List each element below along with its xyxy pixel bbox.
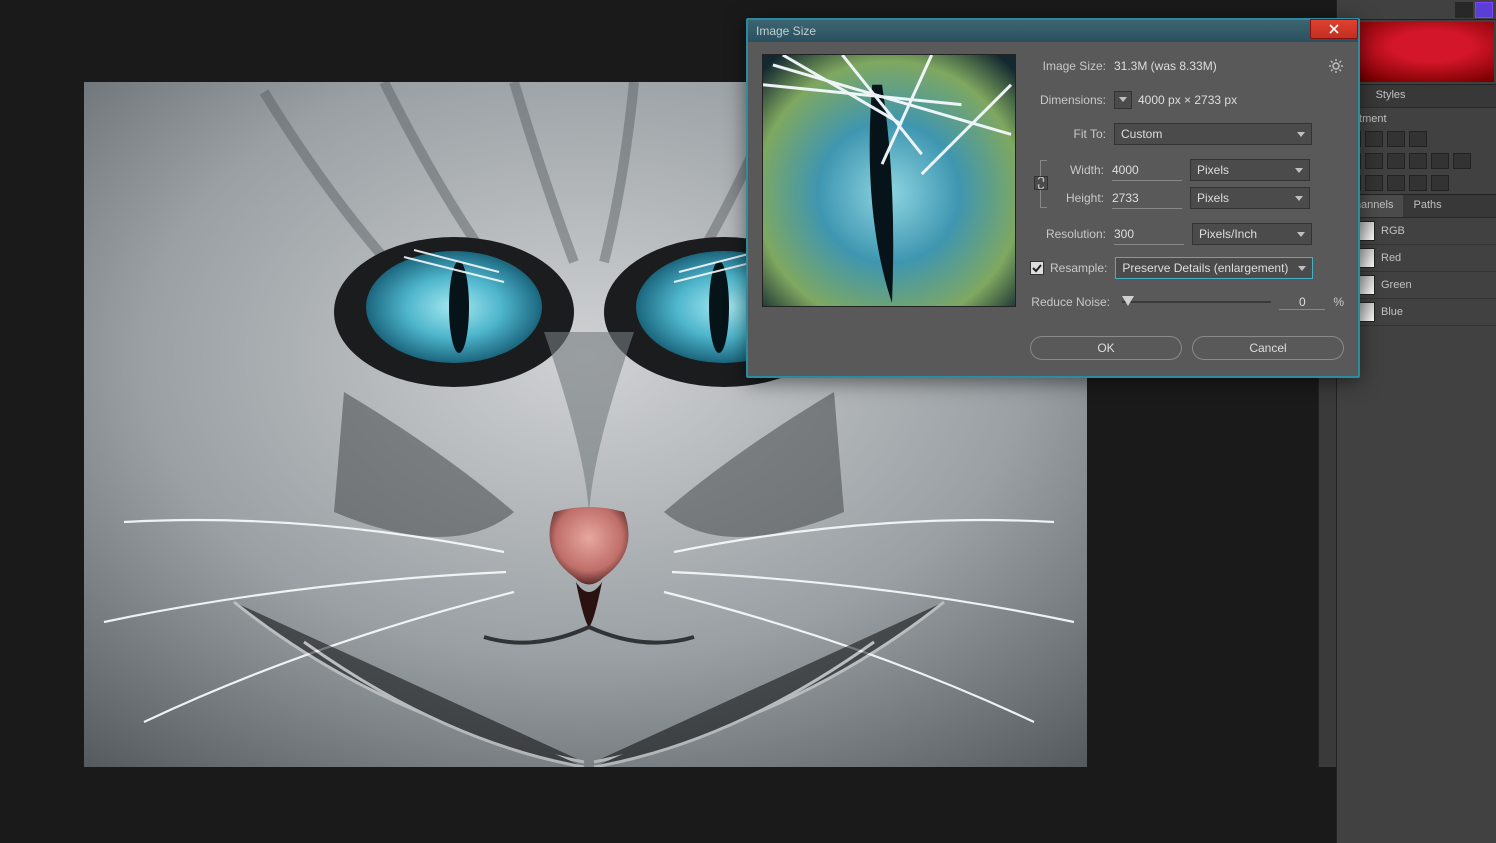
link-icon (1034, 176, 1048, 190)
resolution-unit-select[interactable]: Pixels/Inch (1192, 223, 1312, 245)
check-icon (1032, 263, 1042, 273)
adj-selective-icon[interactable] (1431, 175, 1449, 191)
tab-paths[interactable]: Paths (1403, 195, 1451, 217)
adj-bw-icon[interactable] (1387, 153, 1405, 169)
channel-label: Green (1381, 279, 1412, 291)
preview-thumbnail[interactable] (762, 54, 1016, 307)
image-size-dialog: Image Size (746, 18, 1360, 378)
channel-row[interactable]: RGB (1337, 218, 1496, 245)
cancel-button[interactable]: Cancel (1192, 336, 1344, 360)
reduce-noise-label: Reduce Noise: (1030, 295, 1114, 309)
channel-row[interactable]: Green (1337, 272, 1496, 299)
dimensions-disclosure[interactable] (1114, 91, 1132, 109)
width-label: Width: (1050, 163, 1112, 177)
image-size-value: 31.3M (was 8.33M) (1114, 59, 1217, 73)
width-unit-value: Pixels (1197, 163, 1229, 177)
channel-row[interactable]: Red (1337, 245, 1496, 272)
adj-photo-filter-icon[interactable] (1409, 153, 1427, 169)
width-unit-select[interactable]: Pixels (1190, 159, 1310, 181)
adj-threshold-icon[interactable] (1387, 175, 1405, 191)
adj-exposure-icon[interactable] (1409, 131, 1427, 147)
channel-label: Blue (1381, 306, 1403, 318)
resample-select[interactable]: Preserve Details (enlargement) (1115, 257, 1313, 279)
close-icon (1329, 24, 1339, 34)
dialog-titlebar[interactable]: Image Size (748, 20, 1358, 42)
slider-handle-icon[interactable] (1122, 296, 1134, 306)
dimensions-value: 4000 px × 2733 px (1138, 93, 1237, 107)
channel-label: RGB (1381, 225, 1405, 237)
resample-checkbox[interactable] (1030, 261, 1044, 275)
gear-icon[interactable] (1328, 58, 1344, 74)
image-size-label: Image Size: (1030, 59, 1114, 73)
height-input[interactable]: 2733 (1112, 187, 1182, 209)
resample-label: Resample: (1050, 261, 1115, 275)
channel-label: Red (1381, 252, 1401, 264)
right-panels: ts Styles justment Channels Paths RGB Re… (1336, 0, 1496, 843)
adjustment-icon-row-2 (1337, 150, 1496, 172)
panel-tabs-top: ts Styles (1337, 84, 1496, 108)
adjustment-icon-row-3 (1337, 172, 1496, 194)
reduce-noise-value[interactable]: 0 (1279, 295, 1325, 310)
adj-curves-icon[interactable] (1387, 131, 1405, 147)
adj-lut-icon[interactable] (1453, 153, 1471, 169)
close-button[interactable] (1310, 19, 1358, 39)
height-unit-select[interactable]: Pixels (1190, 187, 1310, 209)
panel-adjustments-title: justment (1337, 108, 1496, 128)
screen-mode-icon[interactable] (1475, 2, 1493, 18)
reduce-noise-slider[interactable] (1122, 295, 1271, 309)
resolution-input[interactable]: 300 (1114, 223, 1184, 245)
dialog-controls: Image Size: 31.3M (was 8.33M) Dimensions… (1030, 54, 1344, 360)
resolution-unit-value: Pixels/Inch (1199, 227, 1257, 241)
reduce-noise-unit: % (1333, 295, 1344, 309)
adj-gradient-icon[interactable] (1409, 175, 1427, 191)
adjustment-icon-row-1 (1337, 128, 1496, 150)
dimensions-label: Dimensions: (1030, 93, 1114, 107)
ok-button[interactable]: OK (1030, 336, 1182, 360)
color-swatch-preview[interactable] (1339, 22, 1494, 82)
channels-list: RGB Red Green Blue (1337, 218, 1496, 326)
adj-mixer-icon[interactable] (1431, 153, 1449, 169)
panel-tabs-channels: Channels Paths (1337, 194, 1496, 218)
fit-to-select[interactable]: Custom (1114, 123, 1312, 145)
dialog-title: Image Size (756, 24, 816, 38)
width-input[interactable]: 4000 (1112, 159, 1182, 181)
adj-hue-icon[interactable] (1365, 153, 1383, 169)
fit-to-label: Fit To: (1030, 127, 1114, 141)
panel-top-icons (1337, 0, 1496, 20)
channel-row[interactable]: Blue (1337, 299, 1496, 326)
resolution-label: Resolution: (1030, 227, 1114, 241)
constrain-proportions[interactable] (1030, 156, 1050, 212)
arrange-icon[interactable] (1455, 2, 1473, 18)
fit-to-value: Custom (1121, 127, 1162, 141)
height-unit-value: Pixels (1197, 191, 1229, 205)
height-label: Height: (1050, 191, 1112, 205)
resample-value: Preserve Details (enlargement) (1122, 261, 1288, 275)
tab-styles[interactable]: Styles (1366, 85, 1416, 107)
chevron-down-icon (1119, 97, 1127, 103)
adj-levels-icon[interactable] (1365, 131, 1383, 147)
adj-posterize-icon[interactable] (1365, 175, 1383, 191)
